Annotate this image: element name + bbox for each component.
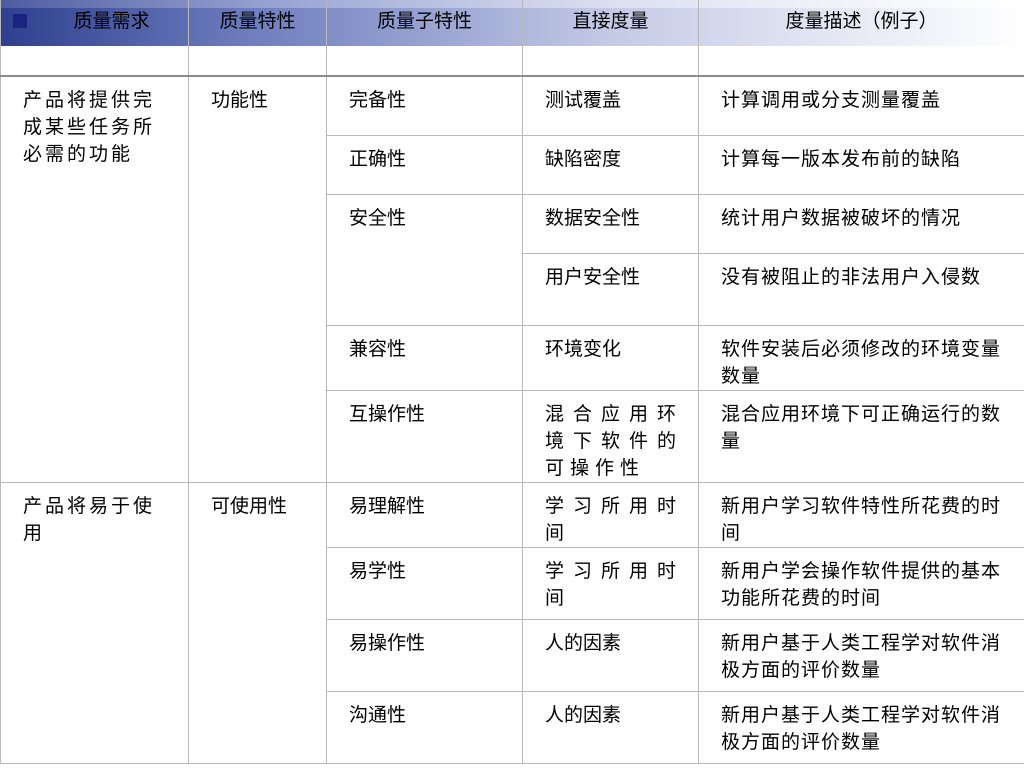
cell-direct-measure: 人的因素	[522, 619, 699, 692]
slide: 质量需求 质量特性 质量子特性 直接度量 度量描述（例子） 产品将提供完成某些任…	[0, 0, 1024, 768]
cell-measure-description: 新用户基于人类工程学对软件消极方面的评价数量	[698, 619, 1024, 692]
cell-direct-measure: 混合应用环境下软件的可操作性	[522, 390, 699, 483]
cell-requirement: 产品将易于使用	[0, 482, 189, 764]
cell-subcharacteristic: 沟通性	[326, 691, 523, 764]
cell-measure-description: 计算每一版本发布前的缺陷	[698, 135, 1024, 195]
cell-measure-description: 软件安装后必须修改的环境变量数量	[698, 325, 1024, 391]
header-direct-measure: 直接度量	[522, 0, 699, 77]
cell-measure-description: 混合应用环境下可正确运行的数量	[698, 390, 1024, 483]
table-header-row: 质量需求 质量特性 质量子特性 直接度量 度量描述（例子）	[0, 0, 1024, 77]
cell-measure-description: 新用户学习软件特性所花费的时间	[698, 482, 1024, 548]
cell-subcharacteristic: 易理解性	[326, 482, 523, 548]
cell-direct-measure: 人的因素	[522, 691, 699, 764]
header-quality-subcharacteristic: 质量子特性	[326, 0, 523, 77]
cell-subcharacteristic: 互操作性	[326, 390, 523, 483]
cell-subcharacteristic: 安全性	[326, 194, 523, 326]
cell-characteristic: 功能性	[188, 75, 327, 483]
cell-measure-description: 统计用户数据被破坏的情况	[698, 194, 1024, 254]
cell-measure-description: 没有被阻止的非法用户入侵数	[698, 253, 1024, 326]
cell-subcharacteristic: 易操作性	[326, 619, 523, 692]
cell-measure-description: 计算调用或分支测量覆盖	[698, 75, 1024, 136]
table-row: 产品将易于使用 可使用性 易理解性 学习所用时间 新用户学习软件特性所花费的时间	[0, 482, 1024, 764]
cell-characteristic: 可使用性	[188, 482, 327, 764]
cell-subcharacteristic: 正确性	[326, 135, 523, 195]
header-quality-characteristic: 质量特性	[188, 0, 327, 77]
cell-subcharacteristic: 兼容性	[326, 325, 523, 391]
cell-requirement: 产品将提供完成某些任务所必需的功能	[0, 75, 189, 483]
quality-metrics-table: 质量需求 质量特性 质量子特性 直接度量 度量描述（例子） 产品将提供完成某些任…	[0, 0, 1024, 764]
cell-measure-description: 新用户基于人类工程学对软件消极方面的评价数量	[698, 691, 1024, 764]
cell-measure-description: 新用户学会操作软件提供的基本功能所花费的时间	[698, 547, 1024, 620]
cell-direct-measure: 环境变化	[522, 325, 699, 391]
cell-subcharacteristic: 完备性	[326, 75, 523, 136]
cell-direct-measure: 数据安全性	[522, 194, 699, 254]
header-quality-requirement: 质量需求	[0, 0, 189, 77]
cell-direct-measure: 用户安全性	[522, 253, 699, 326]
cell-direct-measure: 缺陷密度	[522, 135, 699, 195]
cell-subcharacteristic: 易学性	[326, 547, 523, 620]
cell-direct-measure: 学习所用时间	[522, 547, 699, 620]
header-measure-description: 度量描述（例子）	[698, 0, 1024, 77]
cell-direct-measure: 测试覆盖	[522, 75, 699, 136]
cell-direct-measure: 学习所用时间	[522, 482, 699, 548]
table-row: 产品将提供完成某些任务所必需的功能 功能性 完备性 测试覆盖 计算调用或分支测量…	[0, 75, 1024, 483]
